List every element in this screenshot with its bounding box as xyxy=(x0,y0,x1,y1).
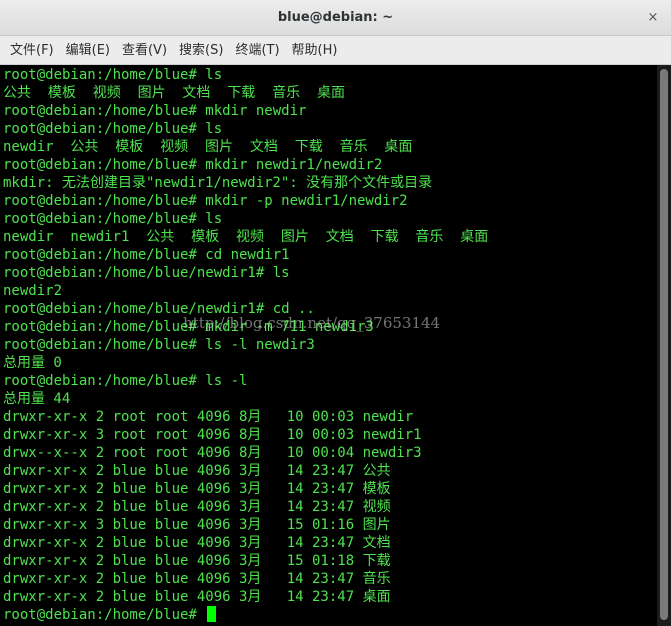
terminal-line: 公共 模板 视频 图片 文档 下载 音乐 桌面 xyxy=(3,85,346,101)
terminal-line: drwxr-xr-x 2 blue blue 4096 3月 14 23:47 … xyxy=(3,463,391,479)
scrollbar-thumb[interactable] xyxy=(660,69,668,620)
terminal-line: root@debian:/home/blue# ls xyxy=(3,211,223,227)
menu-view[interactable]: 查看(V) xyxy=(116,36,173,65)
terminal-line: drwx--x--x 2 root root 4096 8月 10 00:04 … xyxy=(3,445,422,461)
terminal-line: drwxr-xr-x 2 blue blue 4096 3月 14 23:47 … xyxy=(3,499,391,515)
close-icon[interactable]: × xyxy=(645,10,661,26)
terminal-output[interactable]: root@debian:/home/blue# ls 公共 模板 视频 图片 文… xyxy=(0,65,657,626)
text-cursor xyxy=(207,606,217,622)
terminal-line: newdir2 xyxy=(3,283,63,299)
menu-bar: 文件(F) 编辑(E) 查看(V) 搜索(S) 终端(T) 帮助(H) xyxy=(0,36,671,65)
terminal-line: root@debian:/home/blue# cd newdir1 xyxy=(3,247,290,263)
terminal-line: drwxr-xr-x 2 blue blue 4096 3月 14 23:47 … xyxy=(3,481,391,497)
menu-edit[interactable]: 编辑(E) xyxy=(60,36,116,65)
terminal-line: 总用量 44 xyxy=(3,391,71,407)
terminal-line: drwxr-xr-x 3 blue blue 4096 3月 15 01:16 … xyxy=(3,517,391,533)
terminal-line: drwxr-xr-x 3 root root 4096 8月 10 00:03 … xyxy=(3,427,422,443)
prompt-line[interactable]: root@debian:/home/blue# xyxy=(3,606,657,624)
terminal-window: blue@debian: ~ × 文件(F) 编辑(E) 查看(V) 搜索(S)… xyxy=(0,0,671,626)
terminal-line: drwxr-xr-x 2 blue blue 4096 3月 14 23:47 … xyxy=(3,535,391,551)
scrollbar[interactable] xyxy=(657,65,671,626)
terminal-line: root@debian:/home/blue# ls -l newdir3 xyxy=(3,337,315,353)
terminal-line: 总用量 0 xyxy=(3,355,62,371)
terminal-line: drwxr-xr-x 2 blue blue 4096 3月 15 01:18 … xyxy=(3,553,391,569)
terminal-line: root@debian:/home/blue# mkdir -p newdir1… xyxy=(3,193,408,209)
terminal-line: drwxr-xr-x 2 blue blue 4096 3月 14 23:47 … xyxy=(3,571,391,587)
watermark: http://blog.csdn.net/qq_37653144 xyxy=(183,314,441,332)
menu-help[interactable]: 帮助(H) xyxy=(286,36,344,65)
menu-search[interactable]: 搜索(S) xyxy=(173,36,229,65)
terminal-line: root@debian:/home/blue# mkdir newdir1/ne… xyxy=(3,157,383,173)
menu-file[interactable]: 文件(F) xyxy=(4,36,60,65)
title-bar[interactable]: blue@debian: ~ × xyxy=(0,0,671,36)
menu-terminal[interactable]: 终端(T) xyxy=(229,36,285,65)
terminal-line: newdir 公共 模板 视频 图片 文档 下载 音乐 桌面 xyxy=(3,139,413,155)
terminal-line: root@debian:/home/blue# ls xyxy=(3,121,223,137)
terminal-line: root@debian:/home/blue# mkdir newdir xyxy=(3,103,307,119)
terminal-line: newdir newdir1 公共 模板 视频 图片 文档 下载 音乐 桌面 xyxy=(3,229,489,245)
terminal-line: mkdir: 无法创建目录"newdir1/newdir2": 没有那个文件或目… xyxy=(3,175,433,191)
terminal-line: drwxr-xr-x 2 root root 4096 8月 10 00:03 … xyxy=(3,409,414,425)
terminal-line: root@debian:/home/blue# ls -l xyxy=(3,373,248,389)
terminal-line: drwxr-xr-x 2 blue blue 4096 3月 14 23:47 … xyxy=(3,589,391,605)
window-title: blue@debian: ~ xyxy=(277,10,394,25)
prompt-text: root@debian:/home/blue# xyxy=(3,607,206,623)
terminal-line: root@debian:/home/blue# ls xyxy=(3,67,223,83)
terminal-line: root@debian:/home/blue/newdir1# ls xyxy=(3,265,290,281)
